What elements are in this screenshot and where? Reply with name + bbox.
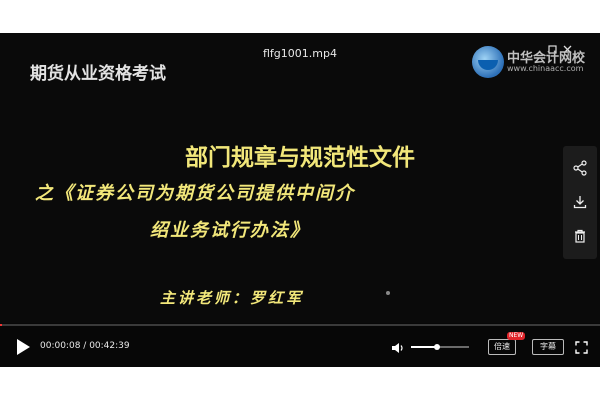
current-time: 00:00:08 (40, 341, 81, 351)
download-icon[interactable] (572, 194, 588, 210)
logo-icon (472, 46, 504, 78)
time-display: 00:00:08 / 00:42:39 (40, 341, 130, 351)
fullscreen-icon[interactable] (575, 339, 588, 354)
volume-icon[interactable] (391, 340, 405, 354)
progress-fill (0, 324, 2, 326)
speed-button[interactable]: 倍速 (488, 339, 516, 355)
slide-headline: 部门规章与规范性文件 (185, 145, 415, 171)
course-label: 期货从业资格考试 (30, 64, 166, 84)
volume-knob[interactable] (434, 344, 441, 350)
play-icon[interactable] (17, 339, 30, 355)
video-frame[interactable]: flfg1001.mp4 期货从业资格考试 中华会计网校 www.chinaac… (0, 33, 600, 323)
progress-bar[interactable] (0, 324, 600, 326)
slide-subtitle-line1: 之《证券公司为期货公司提供中间介 (35, 183, 355, 204)
side-action-panel (563, 146, 597, 259)
video-player[interactable]: flfg1001.mp4 期货从业资格考试 中华会计网校 www.chinaac… (0, 33, 600, 367)
volume-slider[interactable] (411, 344, 469, 350)
share-icon[interactable] (572, 160, 588, 176)
control-bar: 00:00:08 / 00:42:39 倍速 NEW 字幕 (0, 329, 600, 367)
delete-icon[interactable] (572, 228, 588, 244)
duration: 00:42:39 (89, 341, 130, 351)
slide-dot (386, 291, 390, 295)
lecturer-name: 主讲老师：罗红军 (160, 289, 305, 307)
new-badge: NEW (507, 332, 526, 340)
slide-subtitle-line2: 绍业务试行办法》 (150, 220, 310, 241)
caption-button[interactable]: 字幕 (532, 339, 564, 355)
time-separator: / (80, 341, 90, 351)
logo-url: www.chinaacc.com (507, 64, 584, 73)
